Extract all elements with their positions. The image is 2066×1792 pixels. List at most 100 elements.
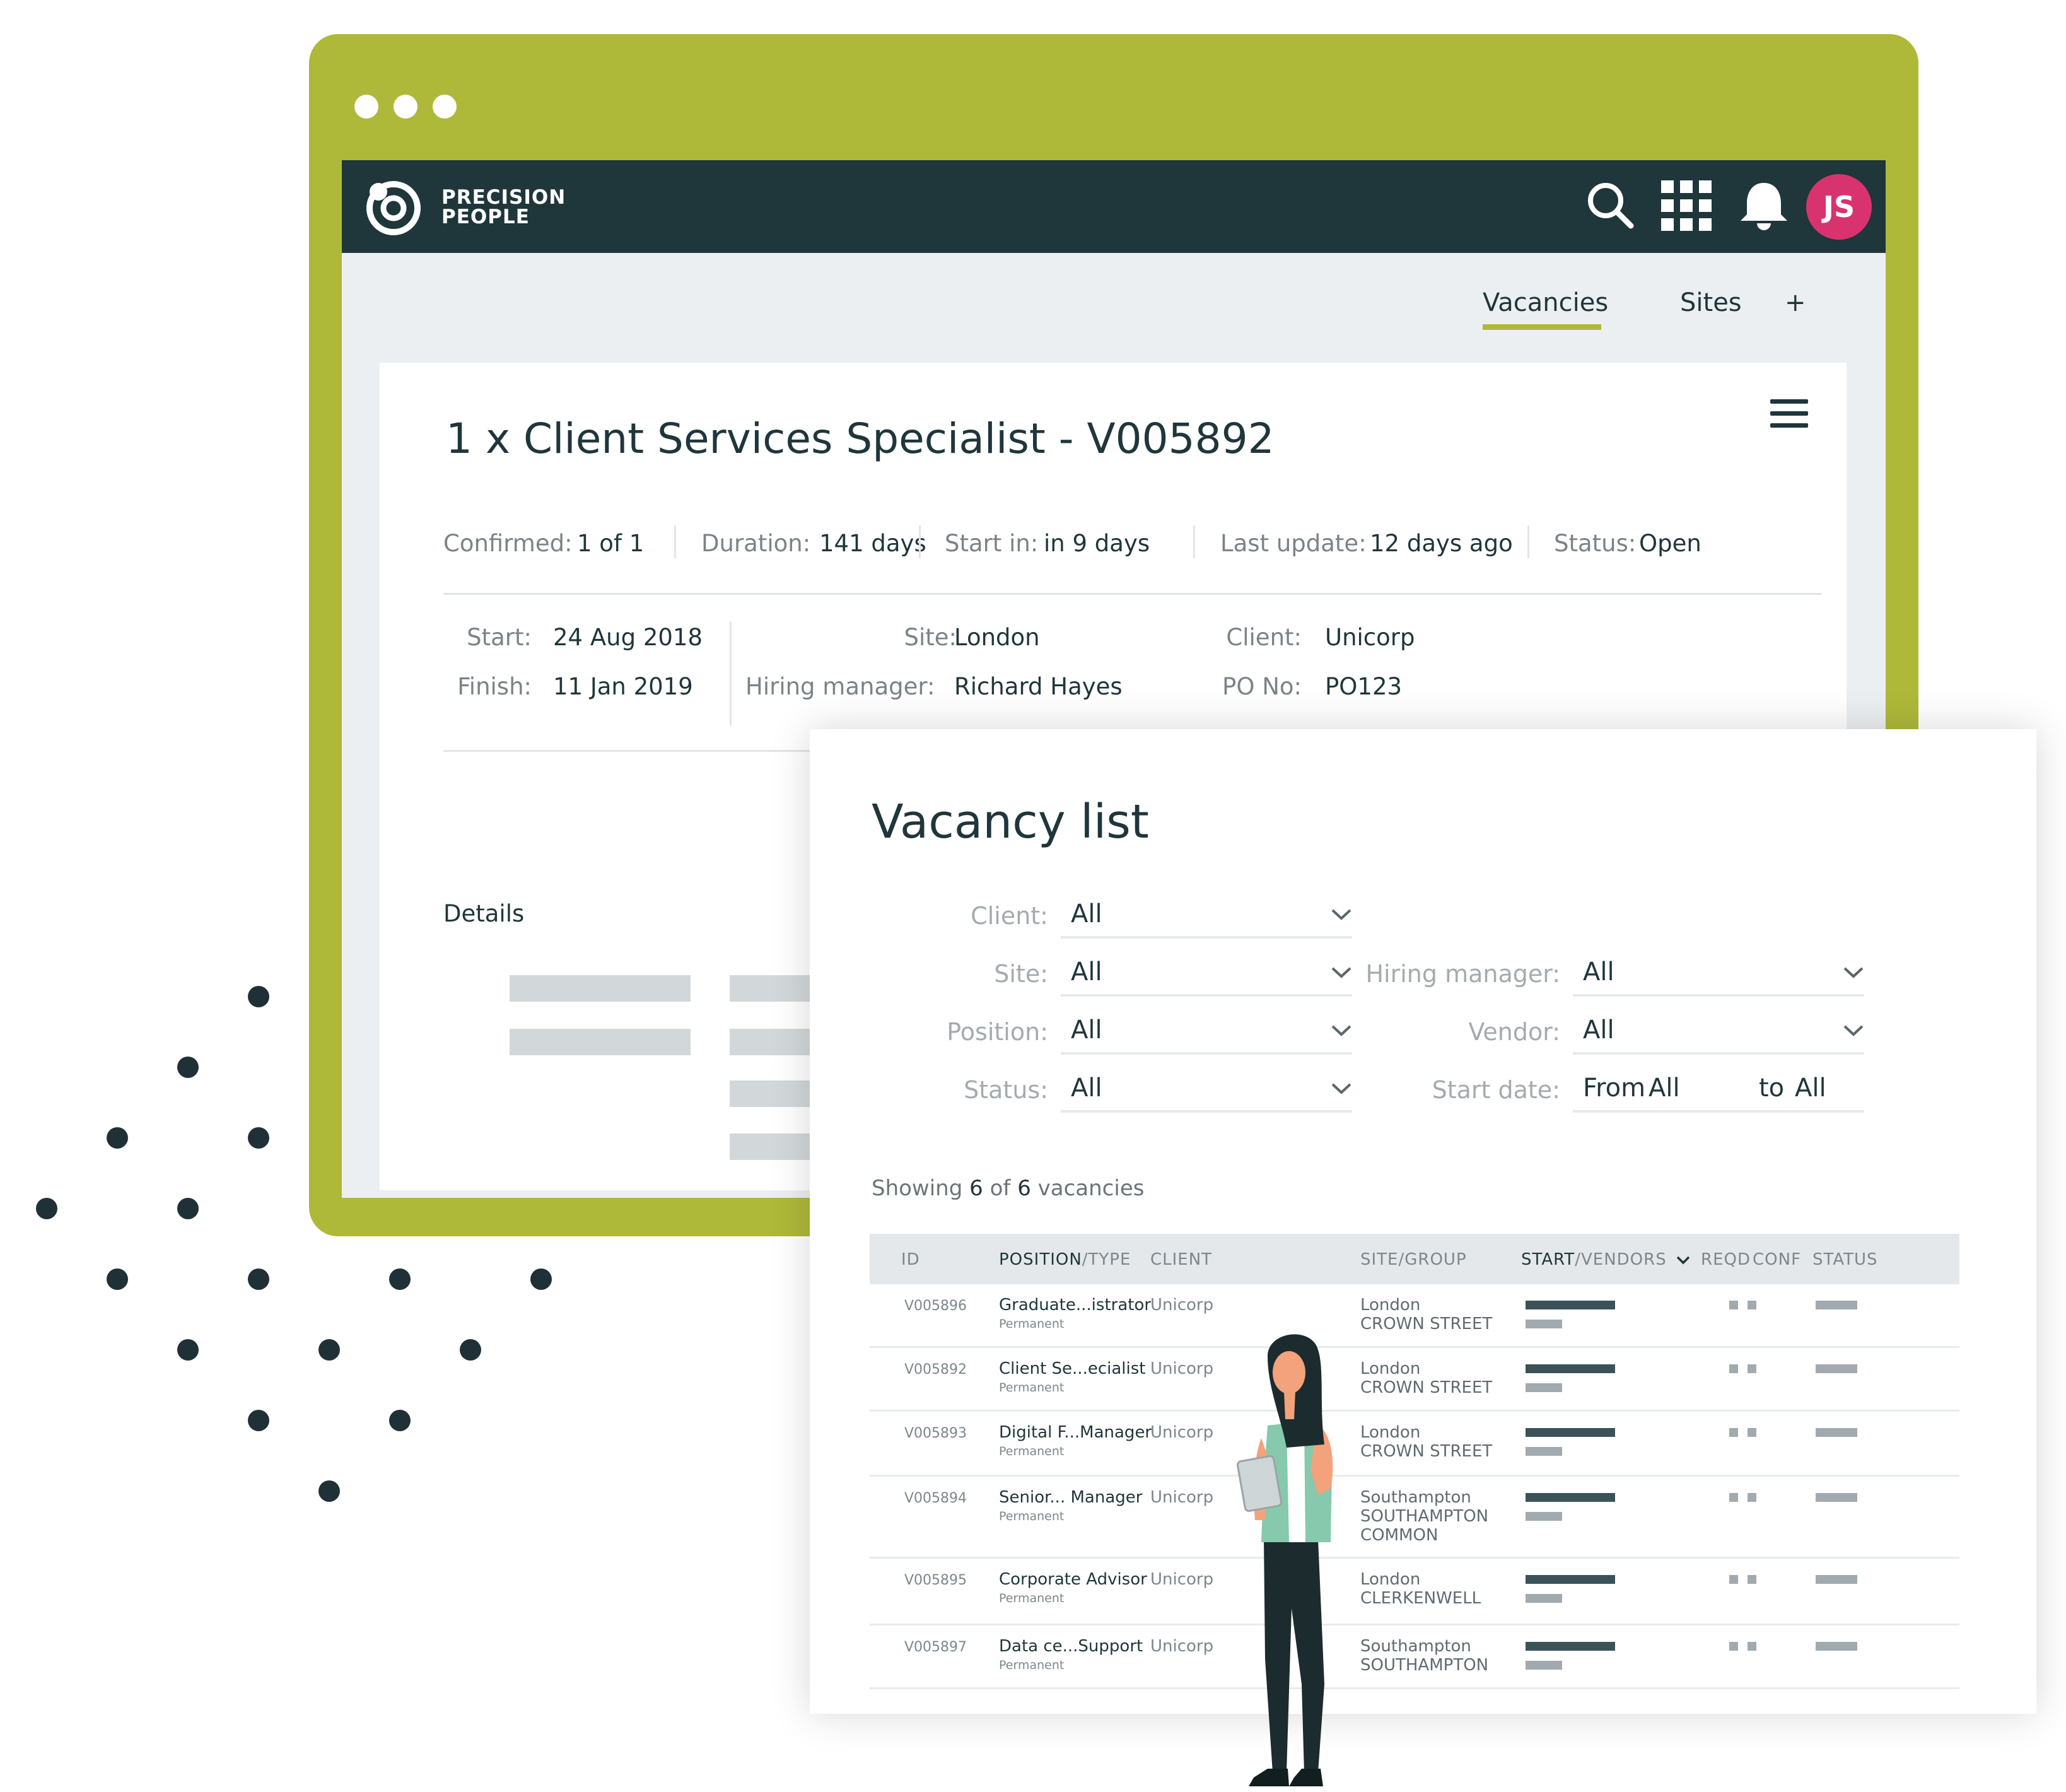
start-date-label: Start: <box>467 624 532 651</box>
vendor-filter-value: All <box>1583 1016 1614 1045</box>
decorative-dot <box>248 986 269 1007</box>
brand-name: PRECISION PEOPLE <box>441 188 566 227</box>
conf-indicator <box>1748 1301 1756 1309</box>
duration-value: 141 days <box>819 530 926 557</box>
result-count-of: of <box>989 1176 1011 1201</box>
row-type: Permanent <box>999 1381 1065 1395</box>
start-date-bar <box>1526 1428 1615 1437</box>
row-site: London CROWN STREET <box>1360 1359 1493 1397</box>
status-bar <box>1816 1428 1857 1437</box>
start-date-to-input[interactable]: All <box>1795 1074 1826 1103</box>
brand-line-2: PEOPLE <box>441 206 530 228</box>
vacancy-list-title: Vacancy list <box>872 795 1149 849</box>
row-type: Permanent <box>999 1317 1065 1331</box>
duration-label: Duration: <box>701 530 811 557</box>
column-header-id[interactable]: ID <box>901 1250 920 1269</box>
status-filter-select[interactable]: All <box>1061 1069 1352 1113</box>
status-bar <box>1816 1301 1857 1309</box>
table-row[interactable]: V005893 Digital F...Manager Permanent Un… <box>870 1412 1959 1477</box>
row-id: V005895 <box>904 1572 967 1588</box>
confirmed-value: 1 of 1 <box>577 530 645 557</box>
hiring-manager-filter-label: Hiring manager: <box>1365 960 1560 988</box>
site-label: Site: <box>904 624 957 651</box>
start-date-from-input[interactable]: All <box>1649 1074 1680 1103</box>
notification-bell-icon[interactable] <box>1737 179 1791 233</box>
chevron-down-icon <box>1331 1025 1351 1036</box>
divider <box>443 593 1821 595</box>
user-avatar[interactable]: JS <box>1806 174 1872 240</box>
row-position: Senior... Manager <box>999 1488 1143 1507</box>
search-icon[interactable] <box>1584 179 1637 232</box>
last-update-value: 12 days ago <box>1370 530 1513 557</box>
conf-indicator <box>1748 1428 1756 1437</box>
position-filter-select[interactable]: All <box>1061 1010 1352 1055</box>
site-filter-select[interactable]: All <box>1061 952 1352 997</box>
position-filter-value: All <box>1071 1016 1102 1045</box>
chevron-down-icon <box>1843 1025 1864 1036</box>
decorative-dot <box>177 1339 199 1361</box>
start-date-from-label: From <box>1583 1074 1646 1103</box>
window-control-dot[interactable] <box>354 95 378 119</box>
divider <box>674 525 676 558</box>
tab-sites[interactable]: Sites <box>1680 288 1742 317</box>
decorative-dot <box>248 1268 269 1290</box>
table-row[interactable]: V005894 Senior... Manager Permanent Unic… <box>870 1477 1959 1559</box>
row-type: Permanent <box>999 1658 1065 1672</box>
status-bar <box>1816 1642 1857 1651</box>
row-site: London CROWN STREET <box>1360 1423 1493 1461</box>
window-control-dot[interactable] <box>394 95 417 119</box>
window-control-dot[interactable] <box>433 95 457 119</box>
start-date-filter-label: Start date: <box>1432 1076 1560 1104</box>
vacancy-list-panel: Vacancy list Client: All Site: All Posit… <box>810 729 2036 1714</box>
decorative-dot <box>389 1268 411 1290</box>
column-header-position[interactable]: POSITION/TYPE <box>999 1250 1131 1269</box>
result-count-suffix: vacancies <box>1037 1176 1145 1201</box>
vacancy-title: 1 x Client Services Specialist - V005892 <box>446 414 1275 463</box>
row-site: Southampton SOUTHAMPTON <box>1360 1637 1489 1675</box>
column-header-start[interactable]: START/VENDORS <box>1521 1250 1690 1269</box>
column-header-reqd[interactable]: REQD <box>1701 1250 1751 1269</box>
divider <box>1527 525 1529 558</box>
apps-grid-icon[interactable] <box>1660 179 1713 232</box>
status-filter-value: All <box>1071 1074 1102 1103</box>
decorative-dot <box>248 1410 269 1431</box>
tab-vacancies[interactable]: Vacancies <box>1483 288 1608 317</box>
vendors-bar <box>1526 1512 1562 1521</box>
status-bar <box>1816 1575 1857 1584</box>
start-date-bar <box>1526 1642 1615 1651</box>
sort-chevron-icon <box>1676 1256 1690 1265</box>
column-header-site[interactable]: SITE/GROUP <box>1360 1250 1467 1269</box>
result-count-shown: 6 <box>969 1176 983 1201</box>
table-row[interactable]: V005897 Data ce...Support Permanent Unic… <box>870 1625 1959 1689</box>
conf-indicator <box>1748 1642 1756 1651</box>
reqd-indicator <box>1729 1575 1738 1584</box>
vendors-bar <box>1526 1661 1562 1670</box>
vendors-bar <box>1526 1320 1562 1328</box>
row-position: Corporate Advisor <box>999 1570 1147 1589</box>
table-row[interactable]: V005892 Client Se...ecialist Permanent U… <box>870 1348 1959 1412</box>
status-value: Open <box>1639 530 1701 557</box>
table-row[interactable]: V005895 Corporate Advisor Permanent Unic… <box>870 1559 1959 1625</box>
row-client: Unicorp <box>1150 1488 1214 1507</box>
column-header-client[interactable]: CLIENT <box>1150 1250 1212 1269</box>
vendor-filter-select[interactable]: All <box>1573 1010 1864 1055</box>
reqd-indicator <box>1729 1428 1738 1437</box>
table-row[interactable]: V005896 Graduate...istrator Permanent Un… <box>870 1284 1959 1348</box>
start-date-bar <box>1526 1575 1615 1584</box>
start-date-range: From All to All <box>1573 1069 1864 1113</box>
row-client: Unicorp <box>1150 1570 1214 1589</box>
brand-line-1: PRECISION <box>441 186 566 209</box>
vendor-filter-label: Vendor: <box>1468 1018 1560 1046</box>
hiring-manager-filter-select[interactable]: All <box>1573 952 1864 997</box>
add-tab-button[interactable]: + <box>1785 288 1806 317</box>
status-filter-label: Status: <box>964 1076 1048 1104</box>
column-header-status[interactable]: STATUS <box>1812 1250 1878 1269</box>
column-header-conf[interactable]: CONF <box>1753 1250 1801 1269</box>
row-id: V005896 <box>904 1298 967 1314</box>
row-client: Unicorp <box>1150 1296 1214 1315</box>
menu-icon[interactable] <box>1770 399 1808 435</box>
client-filter-select[interactable]: All <box>1061 894 1352 939</box>
row-id: V005892 <box>904 1362 967 1378</box>
start-in-value: in 9 days <box>1044 530 1150 557</box>
start-date-value: 24 Aug 2018 <box>553 624 703 651</box>
